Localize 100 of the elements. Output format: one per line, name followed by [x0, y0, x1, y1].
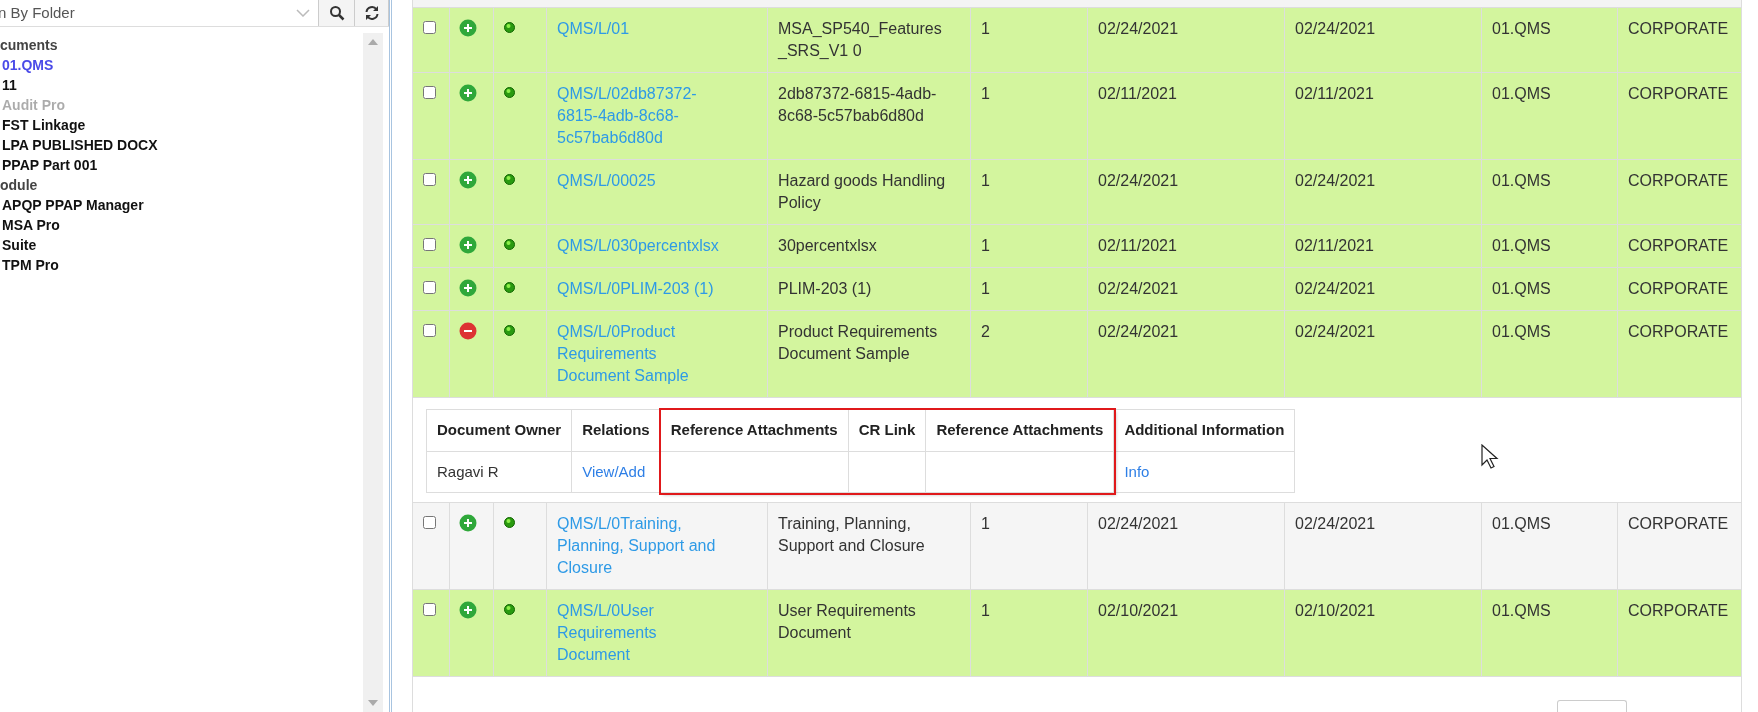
- refresh-icon: [363, 5, 380, 21]
- table-cell-text: Hazard goods Handling Policy: [778, 171, 947, 213]
- table-cell-text: CORPORATE: [1628, 19, 1730, 39]
- row-checkbox[interactable]: [423, 21, 436, 34]
- table-row[interactable]: QMS/L/02db87372-6815-4adb-8c68-5c57bab6d80d 2db87372-6815-4adb-8c68-5c57bab6d80d 1 02/11/2021 02/11/2021 01.QMS CORPORATE: [413, 73, 1741, 160]
- detail-column-header: Additional Information: [1114, 410, 1295, 452]
- table-row[interactable]: QMS/L/030percentxlsx 30percentxlsx 1 02/11/2021 02/11/2021 01.QMS CORPORATE: [413, 225, 1741, 268]
- table-cell-text: 02/24/2021: [1295, 279, 1377, 299]
- table-cell-text: 02/11/2021: [1098, 236, 1178, 256]
- row-checkbox[interactable]: [423, 173, 436, 186]
- table-cell-text: CORPORATE: [1628, 236, 1730, 256]
- status-dot: [504, 517, 515, 528]
- status-dot: [504, 325, 515, 336]
- tree-item[interactable]: MSA Pro: [0, 215, 60, 235]
- detail-column-header: CR Link: [848, 410, 926, 452]
- page-size-field[interactable]: [1557, 700, 1627, 712]
- row-checkbox[interactable]: [423, 238, 436, 251]
- table-cell-text: PLIM-203 (1): [778, 279, 873, 299]
- row-checkbox[interactable]: [423, 516, 436, 529]
- table-row[interactable]: QMS/L/00025 Hazard goods Handling Policy 1 02/24/2021 02/24/2021 01.QMS CORPORATE: [413, 160, 1741, 225]
- tree-item[interactable]: FST Linkage: [0, 115, 86, 135]
- status-dot: [504, 87, 515, 98]
- collapse-icon[interactable]: [459, 322, 477, 340]
- expand-icon[interactable]: [459, 84, 477, 102]
- table-cell-text: MSA_SP540_Features_SRS_V1 0: [778, 19, 943, 61]
- tree-node[interactable]: odule: [0, 175, 38, 195]
- expand-icon[interactable]: [459, 601, 477, 619]
- row-checkbox[interactable]: [423, 281, 436, 294]
- table-row[interactable]: QMS/L/0Product Requirements Document Sample Product Requirements Document Sample 2 02/24/2021 02/24/2021 01.QMS CORPORATE: [413, 311, 1741, 398]
- table-cell-text: 02/24/2021: [1295, 171, 1377, 191]
- table-cell-text: 02/24/2021: [1098, 19, 1180, 39]
- table-cell-text: CORPORATE: [1628, 601, 1730, 621]
- search-icon: [328, 5, 345, 21]
- table-cell-text: CORPORATE: [1628, 84, 1730, 104]
- mouse-cursor-icon: [1481, 444, 1499, 470]
- table-cell-text: 02/24/2021: [1295, 19, 1377, 39]
- table-cell-text: CORPORATE: [1628, 279, 1730, 299]
- table-cell-text: 01.QMS: [1492, 514, 1552, 534]
- table-cell-text: 01.QMS: [1492, 236, 1552, 256]
- tree-item[interactable]: APQP PPAP Manager: [0, 195, 144, 215]
- table-cell-text: 01.QMS: [1492, 171, 1552, 191]
- expand-icon[interactable]: [459, 236, 477, 254]
- table-row[interactable]: QMS/L/0User Requirements Document User Requirements Document 1 02/10/2021 02/10/2021 01.QMS CORPORATE: [413, 590, 1741, 677]
- table-cell-text: 02/24/2021: [1295, 514, 1377, 534]
- table-cell-text: 1: [981, 236, 991, 256]
- detail-link[interactable]: View/Add: [582, 460, 646, 484]
- table-cell-text: 02/11/2021: [1098, 84, 1178, 104]
- table-cell-text: 1: [981, 279, 991, 299]
- expand-icon[interactable]: [459, 514, 477, 532]
- status-dot: [504, 22, 515, 33]
- expand-icon[interactable]: [459, 19, 477, 37]
- table-cell-text: 02/10/2021: [1098, 601, 1180, 621]
- tree-item[interactable]: LPA PUBLISHED DOCX: [0, 135, 158, 155]
- tree-item[interactable]: PPAP Part 001: [0, 155, 98, 175]
- table-cell-text: 02/24/2021: [1098, 279, 1180, 299]
- row-checkbox[interactable]: [423, 603, 436, 616]
- table-cell-text: 01.QMS: [1492, 279, 1552, 299]
- tree-item[interactable]: 01.QMS: [0, 55, 54, 75]
- table-cell-text: 1: [981, 171, 991, 191]
- expand-icon[interactable]: [459, 171, 477, 189]
- row-checkbox[interactable]: [423, 324, 436, 337]
- detail-link[interactable]: Info: [1124, 460, 1150, 484]
- tree-node[interactable]: cuments: [0, 35, 58, 55]
- table-cell-text: 01.QMS: [1492, 84, 1552, 104]
- tree-item[interactable]: 11: [0, 75, 17, 95]
- tree-item[interactable]: TPM Pro: [0, 255, 59, 275]
- tree-item[interactable]: Suite: [0, 235, 37, 255]
- table-cell-text: 02/11/2021: [1295, 84, 1375, 104]
- table-cell-text: 01.QMS: [1492, 601, 1552, 621]
- table-cell-text: 01.QMS: [1492, 322, 1552, 342]
- expand-icon[interactable]: [459, 279, 477, 297]
- row-checkbox[interactable]: [423, 86, 436, 99]
- table-cell-text: 1: [981, 601, 991, 621]
- detail-column-header: Reference Attachments: [926, 410, 1114, 452]
- search-button[interactable]: [319, 0, 355, 26]
- table-row[interactable]: QMS/L/0PLIM-203 (1) PLIM-203 (1) 1 02/24/2021 02/24/2021 01.QMS CORPORATE: [413, 268, 1741, 311]
- table-cell-text: User Requirements Document: [778, 601, 917, 643]
- detail-column-header: Document Owner: [427, 410, 572, 452]
- table-cell-text: 1: [981, 84, 991, 104]
- table-cell-text: 02/24/2021: [1295, 322, 1377, 342]
- table-cell-text: 2: [981, 322, 991, 342]
- table-cell-text: CORPORATE: [1628, 171, 1730, 191]
- table-row[interactable]: QMS/L/0Training, Planning, Support and Closure Training, Planning, Support and Closure 1 02/24/2021 02/24/2021 01.QMS CORPORATE: [413, 503, 1741, 590]
- table-cell-text: Training, Planning, Support and Closure: [778, 514, 926, 556]
- table-cell-text: 02/10/2021: [1295, 601, 1377, 621]
- table-row[interactable]: QMS/L/01 MSA_SP540_Features_SRS_V1 0 1 02/24/2021 02/24/2021 01.QMS CORPORATE: [413, 8, 1741, 73]
- table-cell-text: 01.QMS: [1492, 19, 1552, 39]
- table-cell-text: CORPORATE: [1628, 514, 1730, 534]
- table-cell-text: 1: [981, 514, 991, 534]
- table-cell-text: 1: [981, 19, 991, 39]
- table-cell-text: 02/24/2021: [1098, 171, 1180, 191]
- detail-value: Ragavi R: [437, 461, 499, 482]
- refresh-button[interactable]: [355, 0, 389, 26]
- status-dot: [504, 282, 515, 293]
- table-cell-text: 30percentxlsx: [778, 236, 878, 256]
- table-cell-text: 02/11/2021: [1295, 236, 1375, 256]
- status-dot: [504, 604, 515, 615]
- status-dot: [504, 239, 515, 250]
- detail-column-header: Reference Attachments: [660, 410, 848, 452]
- table-cell-text: CORPORATE: [1628, 322, 1730, 342]
